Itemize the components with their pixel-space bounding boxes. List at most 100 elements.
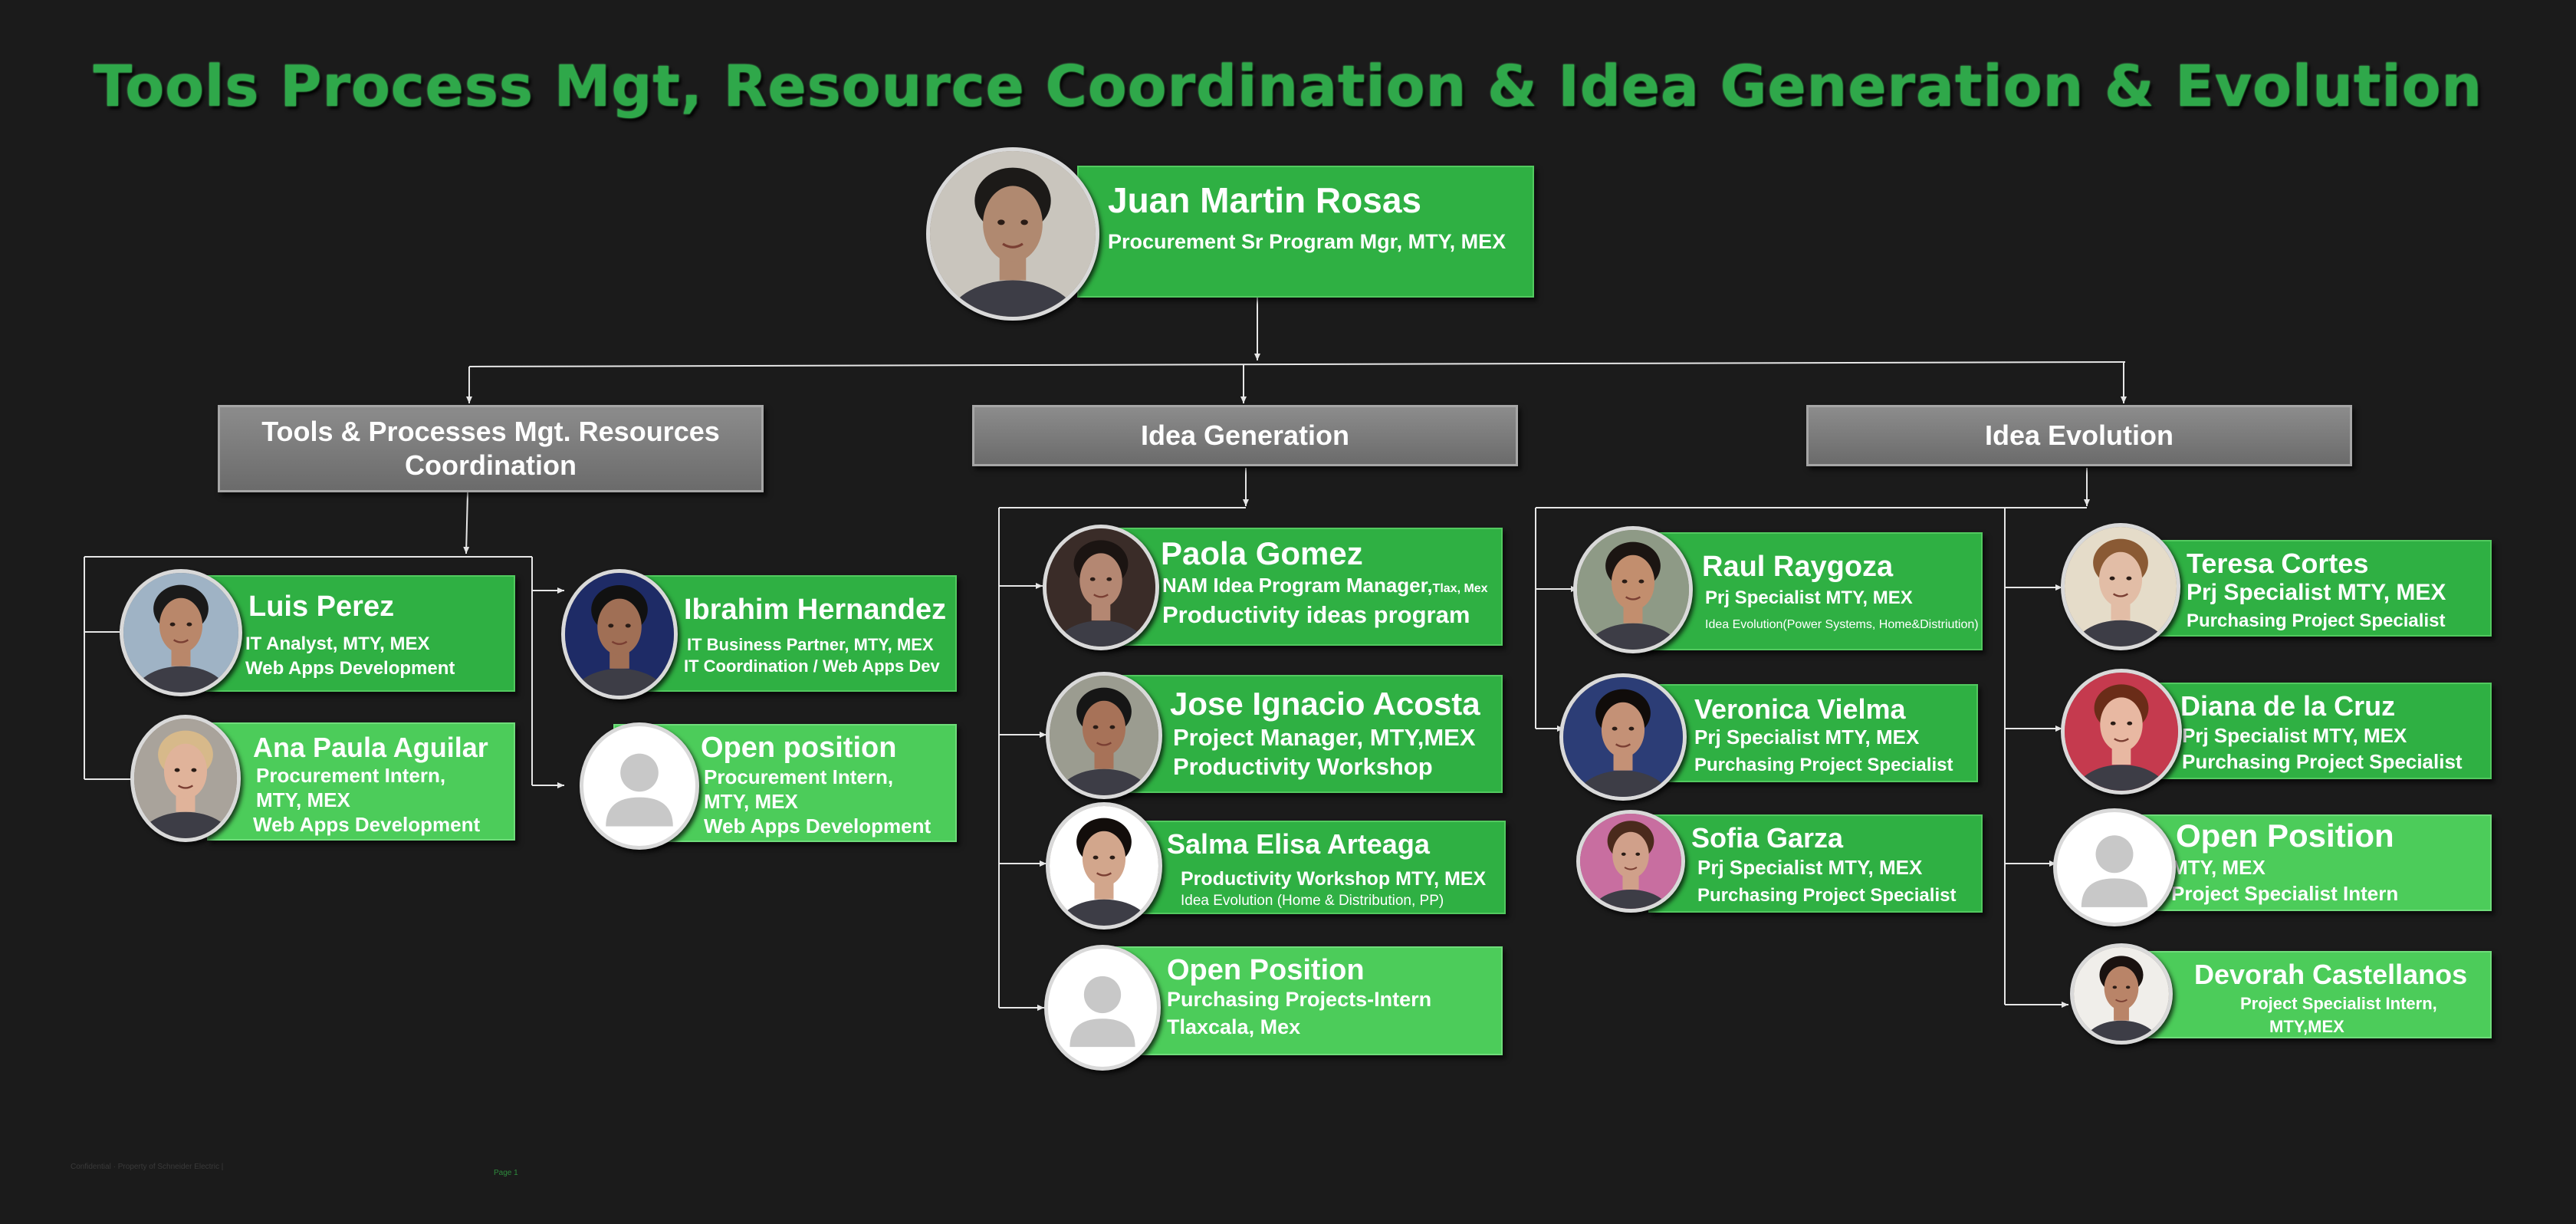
member-role: NAM Idea Program Manager,Tlax, Mex	[1162, 574, 1488, 597]
member-role: IT Business Partner, MTY, MEX	[687, 635, 934, 654]
member-role: Prj Specialist MTY, MEX	[1697, 856, 1923, 879]
member-detail: Purchasing Project Specialist	[2182, 750, 2463, 773]
member-detail: Idea Evolution (Home & Distribution, PP)	[1181, 893, 1444, 909]
member-location: Tlaxcala, Mex	[1167, 1015, 1301, 1038]
member-role: Project Manager, MTY,MEX	[1173, 724, 1476, 751]
person-silhouette-icon	[2053, 808, 2176, 926]
member-card-ibrahim-hernandez: Ibrahim Hernandez IT Business Partner, M…	[638, 575, 957, 692]
member-location: MTY, MEX	[2171, 856, 2266, 879]
portrait-illustration	[2065, 527, 2177, 647]
member-name: Ibrahim Hernandez	[684, 594, 947, 626]
footer-page-number: Page 1	[494, 1169, 518, 1177]
photo-paola-gomez	[1043, 525, 1159, 650]
portrait-illustration	[1580, 814, 1681, 909]
photo-salma-elisa-arteaga	[1046, 802, 1162, 930]
portrait-illustration	[1563, 677, 1683, 797]
member-card-salma-elisa-arteaga: Salma Elisa Arteaga Productivity Worksho…	[1104, 821, 1506, 914]
member-name: Salma Elisa Arteaga	[1167, 828, 1430, 860]
member-detail: Web Apps Development	[704, 814, 932, 837]
member-name: Raul Raygoza	[1702, 551, 1894, 583]
photo-veronica-vielma	[1559, 673, 1687, 801]
member-location: MTY, MEX	[256, 788, 350, 811]
org-chart: Tools Process Mgt, Resource Coordination…	[0, 0, 2576, 1224]
member-detail: Web Apps Development	[245, 658, 455, 679]
dept-evolution-label: Idea Evolution	[1984, 420, 2174, 451]
member-role: Procurement Intern,	[704, 765, 894, 788]
member-role-location: Tlax, Mex	[1432, 582, 1488, 595]
member-card-sofia-garza: Sofia Garza Prj Specialist MTY, MEX Purc…	[1648, 814, 1983, 913]
member-card-ana-paula-aguilar: Ana Paula Aguilar Procurement Intern, MT…	[207, 722, 515, 841]
leader-name: Juan Martin Rosas	[1108, 180, 1421, 220]
silhouette-shape	[1070, 976, 1135, 1048]
member-detail: Productivity ideas program	[1162, 601, 1470, 628]
photo-ana-paula-aguilar	[130, 715, 241, 842]
member-name: Jose Ignacio Acosta	[1170, 686, 1480, 722]
silhouette-shape	[606, 753, 673, 827]
portrait-illustration	[2065, 673, 2178, 791]
portrait-illustration	[134, 719, 237, 838]
dept-generation-label: Idea Generation	[1140, 420, 1350, 451]
photo-raul-raygoza	[1573, 526, 1693, 653]
photo-luis-perez	[120, 569, 242, 696]
member-role: Prj Specialist MTY, MEX	[2187, 580, 2446, 605]
member-name: Ana Paula Aguilar	[253, 732, 488, 763]
member-name: Sofia Garza	[1691, 822, 1844, 854]
member-role: Prj Specialist MTY, MEX	[2182, 724, 2407, 747]
member-role: Prj Specialist MTY, MEX	[1705, 587, 1913, 608]
member-name: Teresa Cortes	[2187, 548, 2369, 579]
dept-tools-label-1: Tools & Processes Mgt. Resources	[261, 416, 720, 447]
member-card-veronica-vielma: Veronica Vielma Prj Specialist MTY, MEX …	[1648, 684, 1978, 782]
member-card-jose-ignacio-acosta: Jose Ignacio Acosta Project Manager, MTY…	[1104, 675, 1503, 793]
portrait-illustration	[565, 573, 674, 696]
member-card-luis-perez: Luis Perez IT Analyst, MTY, MEX Web Apps…	[205, 575, 515, 692]
member-name: Paola Gomez	[1161, 535, 1363, 571]
dept-generation-header: Idea Generation	[972, 405, 1518, 466]
member-card-diana-de-la-cruz: Diana de la Cruz Prj Specialist MTY, MEX…	[2139, 683, 2492, 779]
dept-tools-label-2: Coordination	[405, 449, 577, 481]
member-name: Veronica Vielma	[1694, 693, 1906, 725]
silhouette-shape	[2081, 835, 2148, 907]
person-silhouette-icon	[1044, 945, 1161, 1071]
member-name: Luis Perez	[248, 591, 395, 623]
member-name: Devorah Castellanos	[2194, 959, 2468, 990]
member-detail: Web Apps Development	[253, 813, 481, 836]
member-detail: Idea Evolution(Power Systems, Home&Distr…	[1705, 618, 1979, 631]
member-name: Open position	[701, 732, 897, 764]
photo-devorah-castellanos	[2070, 943, 2173, 1045]
member-role: Productivity Workshop MTY, MEX	[1181, 868, 1487, 890]
portrait-illustration	[1050, 806, 1158, 926]
leader-card: Juan Martin Rosas Procurement Sr Program…	[1077, 166, 1534, 298]
photo-ibrahim-hernandez	[561, 569, 678, 699]
person-silhouette-icon	[580, 722, 699, 850]
leader-photo	[926, 147, 1099, 321]
portrait-illustration	[2074, 947, 2169, 1041]
photo-sofia-garza	[1576, 810, 1685, 913]
portrait-illustration	[1046, 528, 1155, 647]
member-location: MTY, MEX	[704, 790, 798, 813]
dept-tools-header: Tools & Processes Mgt. Resources Coordina…	[218, 405, 764, 492]
member-card-open-position-generation: Open Position Purchasing Projects-Intern…	[1104, 946, 1503, 1055]
member-card-devorah-castellanos: Devorah Castellanos Project Specialist I…	[2139, 951, 2492, 1038]
member-detail: Purchasing Project Specialist	[1697, 885, 1957, 906]
member-name: Open Position	[1167, 954, 1365, 986]
dept-evolution-header: Idea Evolution	[1806, 405, 2352, 466]
member-name: Diana de la Cruz	[2180, 690, 2396, 722]
portrait-illustration	[930, 151, 1096, 317]
member-role: Purchasing Projects-Intern	[1167, 988, 1432, 1011]
photo-diana-de-la-cruz	[2061, 669, 2182, 795]
member-name: Open Position	[2176, 818, 2394, 854]
photo-teresa-cortes	[2061, 523, 2180, 650]
footer-classification: Confidential · Property of Schneider Ele…	[71, 1163, 224, 1171]
member-card-open-position-evolution: Open Position MTY, MEX Project Specialis…	[2139, 814, 2492, 911]
member-role: IT Analyst, MTY, MEX	[245, 633, 430, 654]
portrait-illustration	[123, 573, 238, 693]
member-card-teresa-cortes: Teresa Cortes Prj Specialist MTY, MEX Pu…	[2139, 540, 2492, 637]
member-role: Prj Specialist MTY, MEX	[1694, 726, 1920, 749]
member-detail: Purchasing Project Specialist	[1694, 755, 1953, 775]
member-role: Procurement Intern,	[256, 764, 446, 787]
leader-role: Procurement Sr Program Mgr, MTY, MEX	[1108, 230, 1506, 253]
member-detail: IT Coordination / Web Apps Dev	[684, 656, 940, 676]
photo-jose-ignacio-acosta	[1046, 672, 1162, 799]
portrait-illustration	[1577, 530, 1689, 650]
member-role: Project Specialist Intern	[2171, 882, 2399, 905]
